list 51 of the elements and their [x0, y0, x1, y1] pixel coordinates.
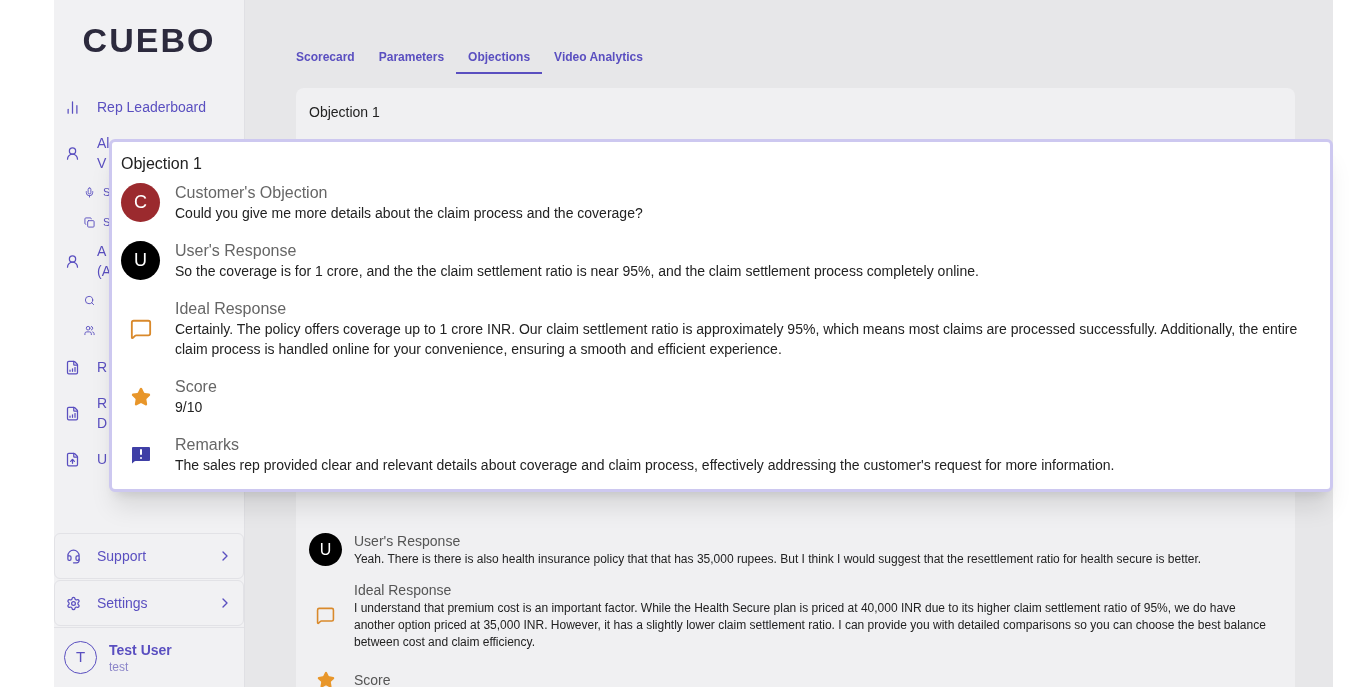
row-text: 9/10 [175, 398, 204, 417]
sidebar-item[interactable]: U [97, 449, 108, 469]
tab[interactable]: Parameters [366, 42, 457, 74]
tab[interactable]: Video Analytics [542, 42, 655, 74]
sidebar-item[interactable]: R [97, 393, 108, 413]
tab[interactable]: Objections [456, 42, 543, 74]
row-label: Remarks [175, 435, 240, 455]
sidebar-item[interactable]: A [97, 241, 111, 261]
upload-icon [65, 451, 80, 467]
tab[interactable]: Scorecard [296, 42, 367, 74]
sidebar-menu-button[interactable]: Support [54, 533, 244, 579]
mic-icon [84, 186, 95, 198]
copy-icon [84, 216, 95, 228]
row-text: So the coverage is for 1 crore, and the the claim settlement ratio is near 95%, and the claim settlement process completely online. [175, 262, 979, 281]
comment-icon [129, 317, 152, 340]
sidebar-item[interactable]: Al [97, 133, 110, 153]
row-text: The sales rep provided clear and relevant details about coverage and claim process, effectively addressing the customer's request for more information. [175, 456, 1115, 475]
row-text: I understand that premium cost is an important factor. While the Health Secure plan is priced at 40,000 INR due to its higher claim settlement ratio of 95%, we do have another option priced at 35,000 INR. However, it has a slightly lower claim settlement ratio. I can provide you with detailed comparisons so you can choose the best balance between cost and claim efficiency. [354, 600, 1267, 651]
avatar: C [121, 183, 160, 222]
headset-icon [66, 548, 81, 564]
row-label: Score [175, 377, 217, 397]
search-icon [84, 294, 95, 306]
row-label: User's Response [175, 241, 298, 261]
row-label: User's Response [354, 532, 462, 551]
user-name: Test User [109, 640, 172, 659]
star-icon [130, 386, 151, 407]
sidebar-item[interactable]: R [97, 357, 108, 377]
sidebar-item[interactable]: Rep Leaderboard [97, 97, 206, 117]
chart-icon [65, 99, 80, 115]
row-label: Customer's Objection [175, 183, 329, 203]
card-title: Objection 1 [309, 103, 381, 122]
avatar: U [309, 533, 342, 566]
row-label: Ideal Response [175, 299, 288, 319]
logo: CUEBO [82, 19, 216, 61]
row-label: Ideal Response [354, 581, 453, 600]
report-icon [65, 359, 80, 375]
row-text: Certainly. The policy offers coverage up to 1 crore INR. Our claim settlement ratio is approximately 95%, which means most claims are processed successfully. Additionally, the entire claim process is handled online for your convenience, ensuring a smooth and efficient experience. [175, 320, 1299, 359]
sidebar-item[interactable]: D [97, 413, 108, 433]
popup-title: Objection 1 [121, 154, 203, 174]
settings-icon [66, 595, 81, 611]
user-role: test [109, 658, 130, 675]
report-icon [65, 405, 80, 421]
star-icon [316, 670, 335, 687]
avatar: U [121, 241, 160, 280]
row-text: Yeah. There is there is also health insurance policy that that has 35,000 rupees. But I think I would suggest that the resettlement ratio for health secure is better. [354, 551, 1202, 568]
row-label: Score [354, 670, 391, 687]
comment-icon [316, 606, 335, 625]
sidebar-menu-button[interactable]: Settings [54, 580, 244, 626]
group-icon [84, 324, 95, 336]
row-text: Could you give me more details about the claim process and the coverage? [175, 204, 643, 223]
sidebar-item[interactable]: V [97, 153, 110, 173]
